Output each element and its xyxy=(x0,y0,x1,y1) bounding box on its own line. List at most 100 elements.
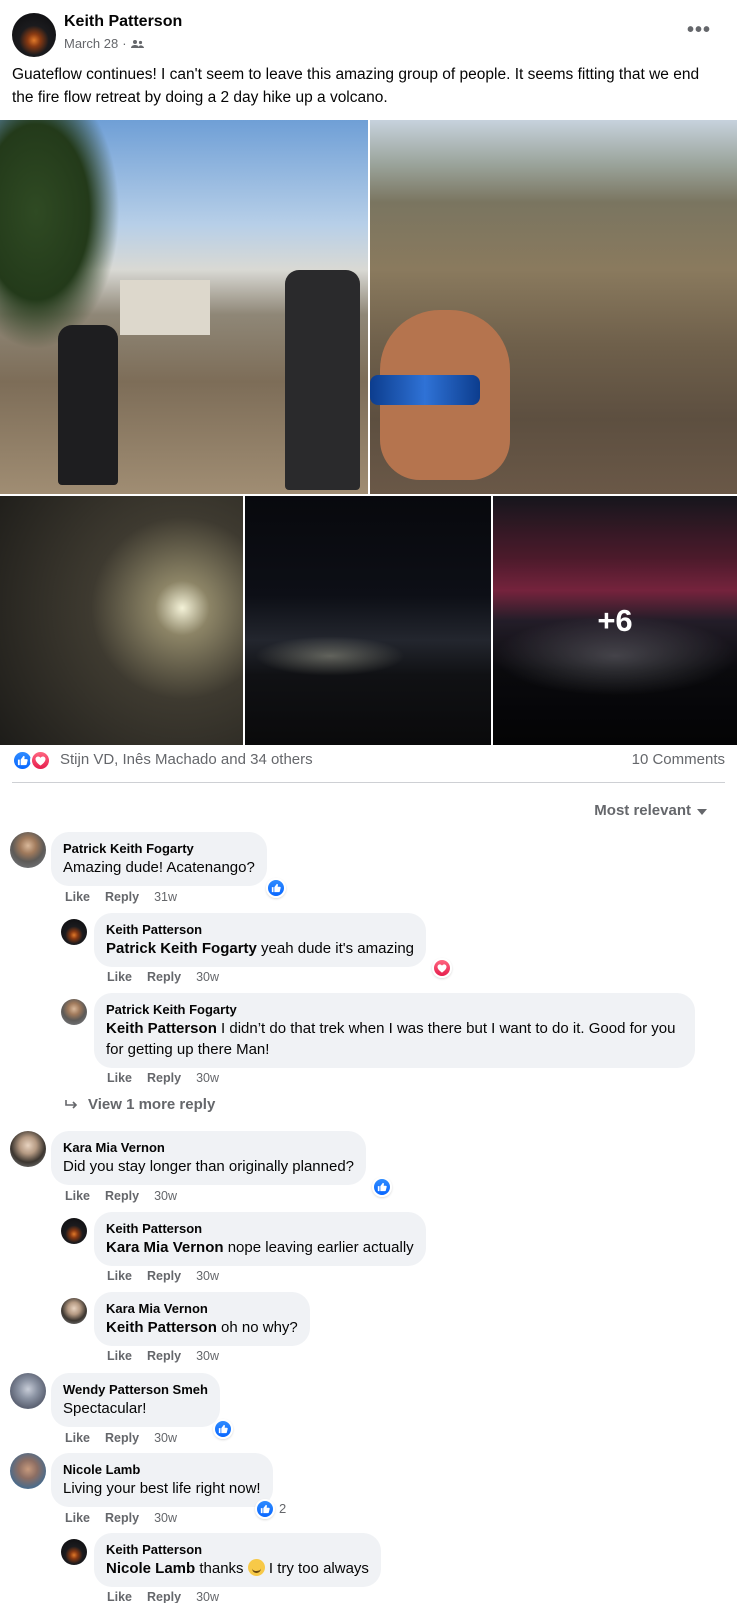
commenter-name[interactable]: Keith Patterson xyxy=(106,1220,414,1237)
comments-count[interactable]: 10 Comments xyxy=(632,751,725,768)
commenter-name[interactable]: Wendy Patterson Smeh xyxy=(63,1381,208,1398)
like-button[interactable]: Like xyxy=(65,1511,90,1525)
reply-button[interactable]: Reply xyxy=(147,1590,181,1603)
commenter-avatar[interactable] xyxy=(10,1453,46,1489)
photo-3[interactable] xyxy=(0,496,243,745)
comment-body: oh no why? xyxy=(216,1319,298,1336)
photo-4[interactable] xyxy=(245,496,491,745)
photo-grid: +6 xyxy=(0,120,737,745)
comment-bubble: Patrick Keith Fogarty Keith Patterson I … xyxy=(94,993,695,1068)
comment-sort-dropdown[interactable]: Most relevant xyxy=(594,802,707,819)
more-options-icon[interactable]: ••• xyxy=(687,19,711,42)
mention-link[interactable]: Kara Mia Vernon xyxy=(106,1239,224,1256)
reply-comment: Keith Patterson Patrick Keith Fogarty ye… xyxy=(61,913,727,984)
author-avatar[interactable] xyxy=(12,13,56,57)
view-more-replies-button[interactable]: View 1 more reply xyxy=(64,1096,215,1113)
commenter-avatar[interactable] xyxy=(10,1373,46,1409)
like-button[interactable]: Like xyxy=(65,1189,90,1203)
photo-detail xyxy=(255,636,405,676)
comment-text: Kara Mia Vernon nope leaving earlier act… xyxy=(106,1237,414,1258)
comment-actions: Like Reply 30w xyxy=(107,1590,219,1603)
like-reaction-icon[interactable] xyxy=(266,878,286,898)
commenter-avatar[interactable] xyxy=(61,1218,87,1244)
commenter-name[interactable]: Kara Mia Vernon xyxy=(106,1300,298,1317)
reply-button[interactable]: Reply xyxy=(147,1071,181,1085)
reply-button[interactable]: Reply xyxy=(147,1269,181,1283)
comment-bubble: Keith Patterson Kara Mia Vernon nope lea… xyxy=(94,1212,426,1266)
post-author[interactable]: Keith Patterson xyxy=(64,13,182,31)
like-button[interactable]: Like xyxy=(107,1269,132,1283)
comment-bubble: Patrick Keith Fogarty Amazing dude! Acat… xyxy=(51,832,267,886)
comment-bubble: Kara Mia Vernon Keith Patterson oh no wh… xyxy=(94,1292,310,1346)
mention-link[interactable]: Keith Patterson xyxy=(106,1020,217,1037)
mention-link[interactable]: Nicole Lamb xyxy=(106,1560,195,1577)
friends-audience-icon xyxy=(130,39,144,48)
reply-button[interactable]: Reply xyxy=(105,1511,139,1525)
like-button[interactable]: Like xyxy=(65,1431,90,1445)
like-button[interactable]: Like xyxy=(65,890,90,904)
reply-arrow-icon xyxy=(65,1099,78,1109)
comment-actions: Like Reply 30w xyxy=(107,1071,219,1085)
comment-time[interactable]: 30w xyxy=(196,1590,219,1603)
comment-time[interactable]: 30w xyxy=(196,1071,219,1085)
reply-button[interactable]: Reply xyxy=(147,1349,181,1363)
reply-button[interactable]: Reply xyxy=(105,1431,139,1445)
commenter-name[interactable]: Keith Patterson xyxy=(106,1541,369,1558)
comment-time[interactable]: 31w xyxy=(154,890,177,904)
like-reaction-icon[interactable] xyxy=(255,1499,275,1519)
comment: Wendy Patterson Smeh Spectacular! Like R… xyxy=(10,1373,727,1448)
comment-time[interactable]: 30w xyxy=(154,1511,177,1525)
like-button[interactable]: Like xyxy=(107,970,132,984)
caret-down-icon xyxy=(697,808,707,815)
post-date[interactable]: March 28 xyxy=(64,36,118,51)
photo-5[interactable]: +6 xyxy=(493,496,737,745)
commenter-avatar[interactable] xyxy=(10,832,46,868)
photo-detail xyxy=(120,280,210,335)
comment-actions: Like Reply 30w xyxy=(65,1511,177,1525)
comment-time[interactable]: 30w xyxy=(154,1189,177,1203)
comment-bubble: Keith Patterson Patrick Keith Fogarty ye… xyxy=(94,913,427,967)
comment-actions: Like Reply 30w xyxy=(65,1431,177,1445)
like-button[interactable]: Like xyxy=(107,1071,132,1085)
reply-button[interactable]: Reply xyxy=(147,970,181,984)
photo-2[interactable] xyxy=(370,120,737,494)
commenter-avatar[interactable] xyxy=(61,1298,87,1324)
commenter-name[interactable]: Keith Patterson xyxy=(106,921,414,938)
comment-text: Patrick Keith Fogarty yeah dude it's ama… xyxy=(106,938,414,959)
commenter-avatar[interactable] xyxy=(61,919,87,945)
reply-button[interactable]: Reply xyxy=(105,1189,139,1203)
commenter-name[interactable]: Patrick Keith Fogarty xyxy=(63,840,255,857)
post-meta: March 28 · xyxy=(64,36,144,51)
like-button[interactable]: Like xyxy=(107,1590,132,1603)
comment-bubble: Keith Patterson Nicole Lamb thanks I try… xyxy=(94,1533,381,1587)
like-reaction-icon[interactable] xyxy=(213,1419,233,1439)
commenter-name[interactable]: Kara Mia Vernon xyxy=(63,1139,354,1156)
like-reaction-icon[interactable] xyxy=(372,1177,392,1197)
mention-link[interactable]: Keith Patterson xyxy=(106,1319,217,1336)
reaction-icons[interactable] xyxy=(12,749,54,771)
comment-bubble: Wendy Patterson Smeh Spectacular! xyxy=(51,1373,220,1427)
commenter-avatar[interactable] xyxy=(61,1539,87,1565)
comment-bubble: Nicole Lamb Living your best life right … xyxy=(51,1453,273,1507)
more-photos-overlay[interactable]: +6 xyxy=(493,496,737,745)
comment-time[interactable]: 30w xyxy=(196,970,219,984)
like-button[interactable]: Like xyxy=(107,1349,132,1363)
photo-1[interactable] xyxy=(0,120,368,494)
mention-link[interactable]: Patrick Keith Fogarty xyxy=(106,940,257,957)
reaction-count[interactable]: 2 xyxy=(279,1501,286,1516)
commenter-avatar[interactable] xyxy=(10,1131,46,1167)
comment-actions: Like Reply 30w xyxy=(107,970,219,984)
post-text: Guateflow continues! I can't seem to lea… xyxy=(12,66,700,106)
commenter-name[interactable]: Nicole Lamb xyxy=(63,1461,261,1478)
love-reaction-icon[interactable] xyxy=(432,958,452,978)
commenter-name[interactable]: Patrick Keith Fogarty xyxy=(106,1001,683,1018)
photo-detail xyxy=(0,120,120,350)
comment-time[interactable]: 30w xyxy=(196,1269,219,1283)
commenter-avatar[interactable] xyxy=(61,999,87,1025)
comment-time[interactable]: 30w xyxy=(196,1349,219,1363)
reply-comment: Patrick Keith Fogarty Keith Patterson I … xyxy=(61,993,727,1088)
reactors-list[interactable]: Stijn VD, Inês Machado and 34 others xyxy=(60,751,313,768)
comment-actions: Like Reply 30w xyxy=(107,1349,219,1363)
comment-time[interactable]: 30w xyxy=(154,1431,177,1445)
reply-button[interactable]: Reply xyxy=(105,890,139,904)
